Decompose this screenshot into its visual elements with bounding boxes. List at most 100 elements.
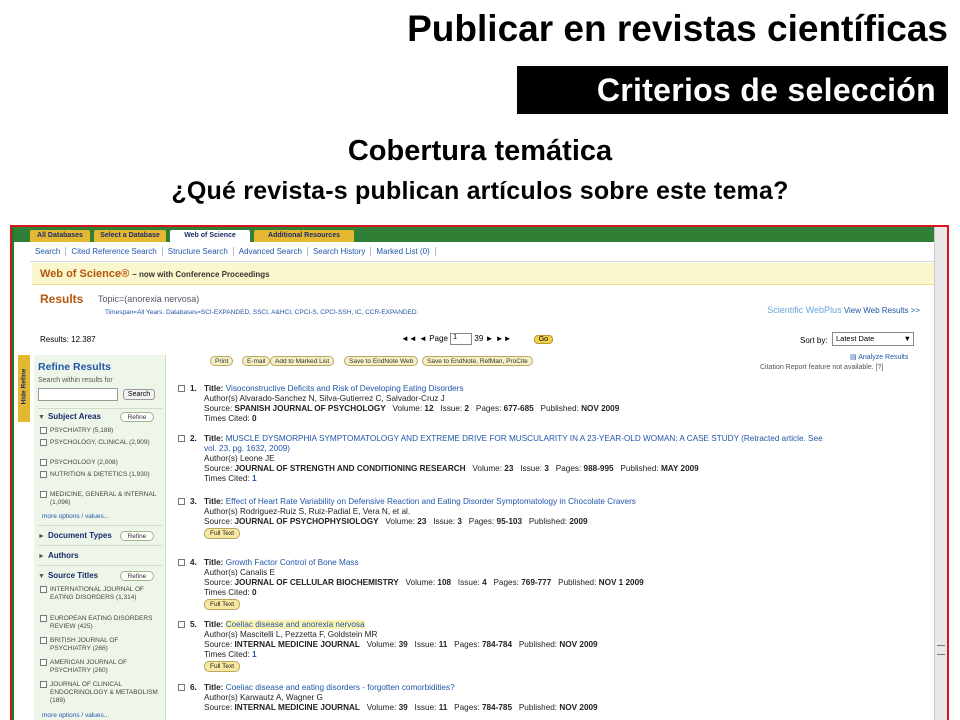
more-options-link[interactable]: more options / values... xyxy=(42,712,109,719)
refine-subject-button[interactable]: Refine xyxy=(120,412,154,422)
facet-item[interactable]: PSYCHOLOGY (2,008) xyxy=(40,459,158,467)
facet-item[interactable]: INTERNATIONAL JOURNAL OF EATING DISORDER… xyxy=(40,586,158,602)
result-title-link[interactable]: Visoconstructive Deficits and Risk of De… xyxy=(226,384,464,393)
facet-item[interactable]: JOURNAL OF CLINICAL ENDOCRINOLOGY & META… xyxy=(40,681,158,705)
checkbox[interactable] xyxy=(40,681,47,688)
search-within-label: Search within results for xyxy=(38,377,113,384)
tab-all-databases[interactable]: All Databases xyxy=(30,230,90,242)
email-button[interactable]: E-mail xyxy=(242,356,271,366)
save-endnote-button[interactable]: Save to EndNote, RefMan, ProCite xyxy=(422,356,533,366)
citation-report-note: Citation Report feature not available. [… xyxy=(760,364,884,371)
search-navbar: Search Cited Reference Search Structure Se… xyxy=(30,242,934,262)
refine-title: Refine Results xyxy=(38,361,111,373)
nav-search-history[interactable]: Search History xyxy=(307,247,372,256)
result-checkbox[interactable] xyxy=(178,385,185,392)
section-banner: Criterios de selección xyxy=(517,66,948,114)
checkbox[interactable] xyxy=(40,427,47,434)
scrollbar[interactable] xyxy=(934,227,947,720)
result-checkbox[interactable] xyxy=(178,621,185,628)
checkbox[interactable] xyxy=(40,471,47,478)
result-title-link[interactable]: Coeliac disease and eating disorders - f… xyxy=(226,683,455,692)
sort-select[interactable]: Latest Date ▼ xyxy=(832,332,914,346)
tab-select-database[interactable]: Select a Database xyxy=(94,230,166,242)
full-text-button[interactable]: Full Text xyxy=(204,528,241,539)
result-checkbox[interactable] xyxy=(178,559,185,566)
result-title-link[interactable]: Coeliac disease and anorexia nervosa xyxy=(225,620,365,629)
triangle-right-icon: ► xyxy=(38,553,45,560)
analyze-results-link[interactable]: ▤ Analyze Results xyxy=(850,353,908,361)
scroll-grip[interactable] xyxy=(937,645,945,655)
print-button[interactable]: Print xyxy=(210,356,234,366)
result-checkbox[interactable] xyxy=(178,498,185,505)
wos-tagline: – now with Conference Proceedings xyxy=(132,270,270,279)
search-within-button[interactable]: Search xyxy=(123,389,155,400)
checkbox[interactable] xyxy=(40,586,47,593)
facet-item[interactable]: BRITISH JOURNAL OF PSYCHIATRY (266) xyxy=(40,637,158,653)
result-title-link[interactable]: Growth Factor Control of Bone Mass xyxy=(226,558,359,567)
analyze-icon: ▤ xyxy=(850,354,857,361)
search-within-input[interactable] xyxy=(38,388,118,401)
checkbox[interactable] xyxy=(40,439,47,446)
page-input[interactable]: 1 xyxy=(450,333,473,345)
result-title-link[interactable]: Effect of Heart Rate Variability on Defe… xyxy=(226,497,636,506)
results-topic: Topic=(anorexia nervosa) xyxy=(98,294,200,304)
chevron-down-icon: ▼ xyxy=(903,334,911,343)
triangle-down-icon: ▼ xyxy=(38,414,45,421)
triangle-down-icon: ▼ xyxy=(38,573,45,580)
facet-item[interactable]: MEDICINE, GENERAL & INTERNAL (1,096) xyxy=(40,491,158,507)
webplus-link-text: View Web Results >> xyxy=(843,306,920,315)
screenshot-frame: All Databases Select a Database Web of S… xyxy=(10,225,949,720)
slide-title: Publicar en revistas científicas xyxy=(407,8,948,49)
result-title-link[interactable]: MUSCLE DYSMORPHIA SYMPTOMATOLOGY AND EXT… xyxy=(204,434,823,453)
facet-source-titles[interactable]: ▼ Source Titles xyxy=(38,571,98,580)
checkbox[interactable] xyxy=(40,615,47,622)
go-button[interactable]: Go xyxy=(533,335,554,345)
add-marked-list-button[interactable]: Add to Marked List xyxy=(270,356,335,366)
wos-brand: Web of Science® xyxy=(40,268,130,280)
facet-document-types[interactable]: ► Document Types xyxy=(38,531,112,540)
slide-question: ¿Qué revista-s publican artículos sobre … xyxy=(171,177,789,205)
sort-label: Sort by: xyxy=(800,336,828,345)
refine-source-button[interactable]: Refine xyxy=(120,571,154,581)
pager-prev-icon[interactable]: ◄◄ ◄ xyxy=(401,334,427,343)
full-text-button[interactable]: Full Text xyxy=(204,599,241,610)
hide-refine-tab[interactable]: Hide Refine xyxy=(18,355,30,422)
nav-structure-search[interactable]: Structure Search xyxy=(162,247,234,256)
results-timespan: Timespan=All Years. Databases=SCI-EXPAND… xyxy=(105,309,419,316)
checkbox[interactable] xyxy=(40,637,47,644)
nav-search[interactable]: Search xyxy=(30,247,67,256)
nav-marked-list[interactable]: Marked List (0) xyxy=(371,247,436,256)
checkbox[interactable] xyxy=(40,491,47,498)
facet-subject-areas[interactable]: ▼ Subject Areas xyxy=(38,412,101,421)
pager-next-icon[interactable]: ► ►► xyxy=(486,334,512,343)
refine-doctype-button[interactable]: Refine xyxy=(120,531,154,541)
webplus-logo: Scientific WebPlus xyxy=(767,305,842,315)
result-checkbox[interactable] xyxy=(178,684,185,691)
nav-cited-reference-search[interactable]: Cited Reference Search xyxy=(66,247,163,256)
facet-item[interactable]: AMERICAN JOURNAL OF PSYCHIATRY (260) xyxy=(40,659,158,675)
triangle-right-icon: ► xyxy=(38,533,45,540)
facet-item[interactable]: EUROPEAN EATING DISORDERS REVIEW (425) xyxy=(40,615,158,631)
result-checkbox[interactable] xyxy=(178,435,185,442)
full-text-button[interactable]: Full Text xyxy=(204,661,241,672)
pager: ◄◄ ◄ Page 1 39 ► ►► Go xyxy=(401,333,554,345)
page-label: Page xyxy=(429,334,448,344)
sort-value: Latest Date xyxy=(836,334,875,343)
wos-banner: Web of Science® – now with Conference Pr… xyxy=(32,263,934,285)
slide-subtitle: Cobertura temática xyxy=(347,135,613,167)
facet-item[interactable]: PSYCHIATRY (5,188) xyxy=(40,427,158,435)
hide-refine-label: Hide Refine xyxy=(20,368,28,405)
facet-authors[interactable]: ► Authors xyxy=(38,551,79,560)
page-total: 39 xyxy=(474,334,484,344)
checkbox[interactable] xyxy=(40,659,47,666)
webplus-link[interactable]: Scientific WebPlus View Web Results >> xyxy=(767,305,920,315)
facet-item[interactable]: PSYCHOLOGY, CLINICAL (2,909) xyxy=(40,439,158,447)
tab-additional-resources[interactable]: Additional Resources xyxy=(254,230,354,242)
save-endnote-web-button[interactable]: Save to EndNote Web xyxy=(344,356,419,366)
checkbox[interactable] xyxy=(40,459,47,466)
more-options-link[interactable]: more options / values... xyxy=(42,513,109,520)
tab-web-of-science[interactable]: Web of Science xyxy=(170,230,250,242)
nav-advanced-search[interactable]: Advanced Search xyxy=(233,247,308,256)
facet-item[interactable]: NUTRITION & DIETETICS (1,930) xyxy=(40,471,158,479)
results-label: Results xyxy=(40,292,84,306)
